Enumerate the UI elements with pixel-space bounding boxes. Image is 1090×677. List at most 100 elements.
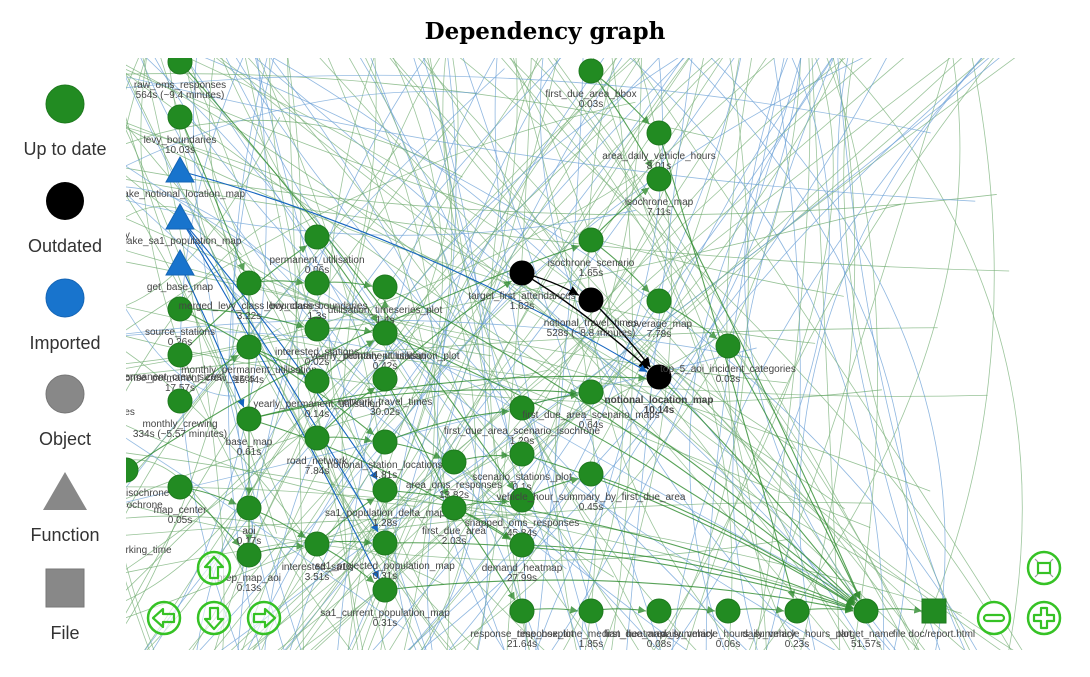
target-circle-icon <box>646 598 672 624</box>
node-time: 21.64s <box>507 639 537 650</box>
target-circle-icon <box>441 495 467 521</box>
target-circle-icon <box>509 532 535 558</box>
node-time: 0.61s <box>237 447 261 458</box>
background-edge <box>689 58 833 650</box>
node-scenario_isochrone[interactable]: scenario_isochrone <box>126 457 170 499</box>
target-circle-icon <box>236 270 262 296</box>
zoom-out-button[interactable] <box>976 600 1012 636</box>
node-time: 3.51s <box>305 572 329 583</box>
target-circle-icon <box>578 598 604 624</box>
node-time: 0.14s <box>305 409 329 420</box>
background-edge <box>506 58 846 650</box>
object-circle-icon <box>45 374 85 414</box>
target-circle-icon <box>646 166 672 192</box>
target-circle-icon <box>372 577 398 603</box>
node-time: 0.13s <box>237 583 261 594</box>
target-circle-icon <box>236 334 262 360</box>
target-circle-icon <box>646 120 672 146</box>
target-circle-icon <box>304 425 330 451</box>
node-time: 51.57s <box>851 639 881 650</box>
move-right-button[interactable] <box>246 600 282 636</box>
function-triangle-icon <box>43 472 87 510</box>
node-time: 7.84s <box>305 466 329 477</box>
target-circle-icon <box>304 270 330 296</box>
node-time: 0.03s <box>716 374 740 385</box>
target-circle-icon <box>372 429 398 455</box>
target-circle-icon <box>372 366 398 392</box>
node-time: 0.64s <box>579 420 603 431</box>
target-circle-icon <box>509 260 535 286</box>
target-circle-icon <box>646 288 672 314</box>
page-title: Dependency graph <box>424 18 666 45</box>
target-circle-icon <box>236 495 262 521</box>
node-label: scenario_isochrone <box>126 488 170 499</box>
node-time: 1.65s <box>579 268 603 279</box>
zoom-extends-button[interactable] <box>1026 550 1062 586</box>
target-circle-icon <box>441 449 467 475</box>
target-circle-icon <box>715 598 741 624</box>
node-label: make_notional_location_map <box>126 189 245 200</box>
file-square-icon <box>921 598 947 624</box>
node-time: 528s (~8.8 minutes) <box>547 328 636 339</box>
node-make_sa1_population_map[interactable]: make_sa1_population_map <box>126 202 242 247</box>
node-label: get_base_map <box>147 282 214 293</box>
node-time: 1.62s <box>510 301 534 312</box>
node-time: 27.99s <box>507 573 537 584</box>
target-circle-icon <box>578 227 604 253</box>
node-time: 10.03s <box>165 145 195 156</box>
offscreen-node-label: ponse_permanent_crew_sizes <box>126 372 222 383</box>
target-circle-icon <box>578 461 604 487</box>
file-square-icon <box>45 568 85 608</box>
node-raw_oms_responses[interactable]: raw_oms_responses564s (~9.4 minutes) <box>134 58 226 101</box>
node-time: 0.31s <box>373 618 397 629</box>
legend-label: Outdated <box>27 236 103 256</box>
target-circle-icon <box>126 457 139 483</box>
background-edge <box>126 64 560 373</box>
target-circle-icon <box>236 542 262 568</box>
node-time: 0.08s <box>647 639 671 650</box>
legend-item-outdated: Outdated <box>0 179 130 257</box>
graph-svg[interactable]: raw_oms_responses564s (~9.4 minutes)levy… <box>126 58 1090 650</box>
target-circle-icon <box>509 598 535 624</box>
edge-isochrone_map-to-target_name <box>658 178 861 600</box>
target-circle-icon <box>167 474 193 500</box>
node-time: 15.44s <box>234 375 264 386</box>
graph-canvas[interactable]: raw_oms_responses 564s (~9.4 minutes) levy… <box>126 58 1090 650</box>
background-edge <box>726 58 796 650</box>
offscreen-node-label: area_poly <box>126 230 130 241</box>
node-levy_boundaries[interactable]: levy_boundaries10.03s <box>144 104 217 156</box>
target-circle-icon <box>372 320 398 346</box>
node-time: 1.85s <box>579 639 603 650</box>
legend-label: File <box>50 623 80 643</box>
target-circle-icon <box>304 531 330 557</box>
background-edge <box>126 58 155 650</box>
node-time: 0.06s <box>716 639 740 650</box>
offscreen-node-label: ttendances <box>126 407 135 418</box>
legend-item-up-to-date: Up to date <box>0 82 130 160</box>
target-circle-icon <box>715 333 741 359</box>
move-left-button[interactable] <box>146 600 182 636</box>
node-report_file[interactable]: file doc/report.html <box>893 598 975 640</box>
move-down-button[interactable] <box>196 600 232 636</box>
node-time: 3.22s <box>237 311 261 322</box>
target-circle-icon <box>372 530 398 556</box>
target-circle-icon <box>509 441 535 467</box>
target-circle-icon <box>578 287 604 313</box>
edge-notional_location_map-to-target_name <box>658 376 858 602</box>
node-response_time_boxplot[interactable]: response_time_boxplot21.64s <box>470 598 574 650</box>
node-time: 1.3s <box>308 311 327 322</box>
zoom-in-button[interactable] <box>1026 600 1062 636</box>
node-first_due_area_summary[interactable]: first_due_area_summary0.08s <box>604 598 715 650</box>
legend-label: Object <box>38 429 92 449</box>
node-first_due_area_scenario_isochrone[interactable]: first_due_area_scenario_isochrone1.29s <box>444 395 601 447</box>
target-circle-icon <box>167 388 193 414</box>
offscreen-node-label: enario_isochrone <box>126 500 163 511</box>
node-time: 334s (~5.57 minutes) <box>133 429 227 440</box>
move-up-button[interactable] <box>196 550 232 586</box>
target-circle-icon <box>304 368 330 394</box>
node-time: 7.11s <box>647 207 671 218</box>
offscreen-node-label: s_by_working_time <box>126 545 172 556</box>
node-time: 30.02s <box>370 407 400 418</box>
node-time: 564s (~9.4 minutes) <box>136 90 225 101</box>
legend-label: Up to date <box>23 139 107 159</box>
